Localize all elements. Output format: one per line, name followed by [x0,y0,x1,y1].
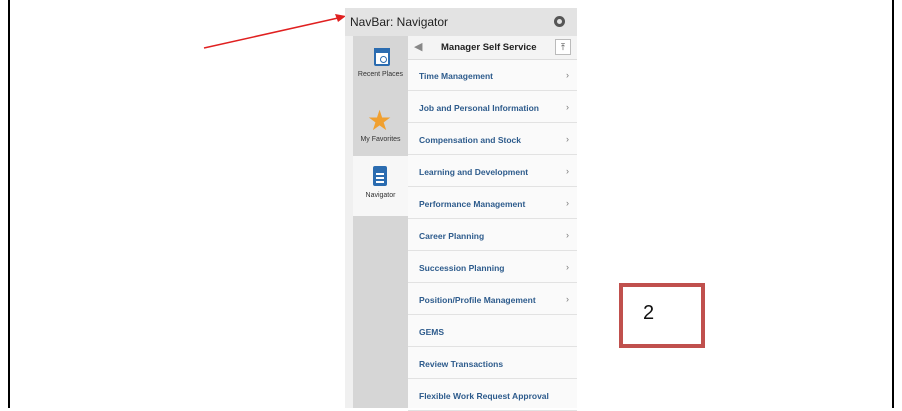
gear-icon[interactable] [554,16,565,27]
chevron-right-icon: › [566,70,569,80]
navigator-menu: ◀ Manager Self Service ⤒ Time Management… [408,36,577,411]
menu-item-career-planning[interactable]: Career Planning › [408,219,577,251]
menu-item-succession-planning[interactable]: Succession Planning › [408,251,577,283]
chevron-right-icon: › [566,102,569,112]
back-arrow-icon[interactable]: ◀ [414,40,422,53]
menu-item-label: Succession Planning [419,263,505,273]
menu-item-review-transactions[interactable]: Review Transactions [408,347,577,379]
menu-item-gems[interactable]: GEMS [408,315,577,347]
menu-title: Manager Self Service [441,42,537,53]
menu-item-time-management[interactable]: Time Management › [408,59,577,91]
chevron-right-icon: › [566,294,569,304]
nav-navigator-label: Navigator [365,192,396,199]
menu-item-performance-management[interactable]: Performance Management › [408,187,577,219]
menu-item-label: Learning and Development [419,167,529,177]
step-number-badge: 2 [619,283,705,348]
nav-navigator[interactable]: Navigator [353,156,408,216]
menu-item-job-personal-info[interactable]: Job and Personal Information › [408,91,577,123]
chevron-right-icon: › [566,166,569,176]
collapse-button[interactable]: ⤒ [555,39,571,55]
star-icon: ★ [367,105,393,136]
chevron-right-icon: › [566,134,569,144]
nav-recent-places[interactable]: Recent Places [353,36,408,96]
menu-item-position-profile-management[interactable]: Position/Profile Management › [408,283,577,315]
navbar-left-column: Recent Places ★ My Favorites Navigator [353,36,408,408]
menu-item-label: Time Management [419,71,494,81]
navbar-panel: NavBar: Navigator Recent Places ★ My Fav… [345,8,577,411]
nav-my-favorites[interactable]: ★ My Favorites [353,101,408,161]
menu-item-compensation-stock[interactable]: Compensation and Stock › [408,123,577,155]
navbar-title: NavBar: Navigator [350,15,449,29]
nav-recent-places-label: Recent Places [357,71,404,78]
menu-item-label: Compensation and Stock [419,135,522,145]
menu-item-label: Review Transactions [419,359,504,369]
step-number: 2 [643,302,655,324]
navbar-header: NavBar: Navigator [345,8,577,36]
menu-item-label: Career Planning [419,231,485,241]
menu-item-label: Position/Profile Management [419,295,536,305]
menu-item-label: Performance Management [419,199,526,209]
menu-item-learning-development[interactable]: Learning and Development › [408,155,577,187]
chevron-right-icon: › [566,198,569,208]
menu-item-flexible-work-request-approval[interactable]: Flexible Work Request Approval [408,379,577,411]
menu-header: ◀ Manager Self Service ⤒ [408,36,577,60]
nav-my-favorites-label: My Favorites [360,136,401,143]
menu-item-label: Flexible Work Request Approval [419,391,549,401]
calendar-clock-icon [374,48,390,66]
menu-item-label: GEMS [419,327,445,337]
document-icon [373,166,387,186]
menu-item-label: Job and Personal Information [419,103,539,113]
chevron-right-icon: › [566,262,569,272]
chevron-right-icon: › [566,230,569,240]
